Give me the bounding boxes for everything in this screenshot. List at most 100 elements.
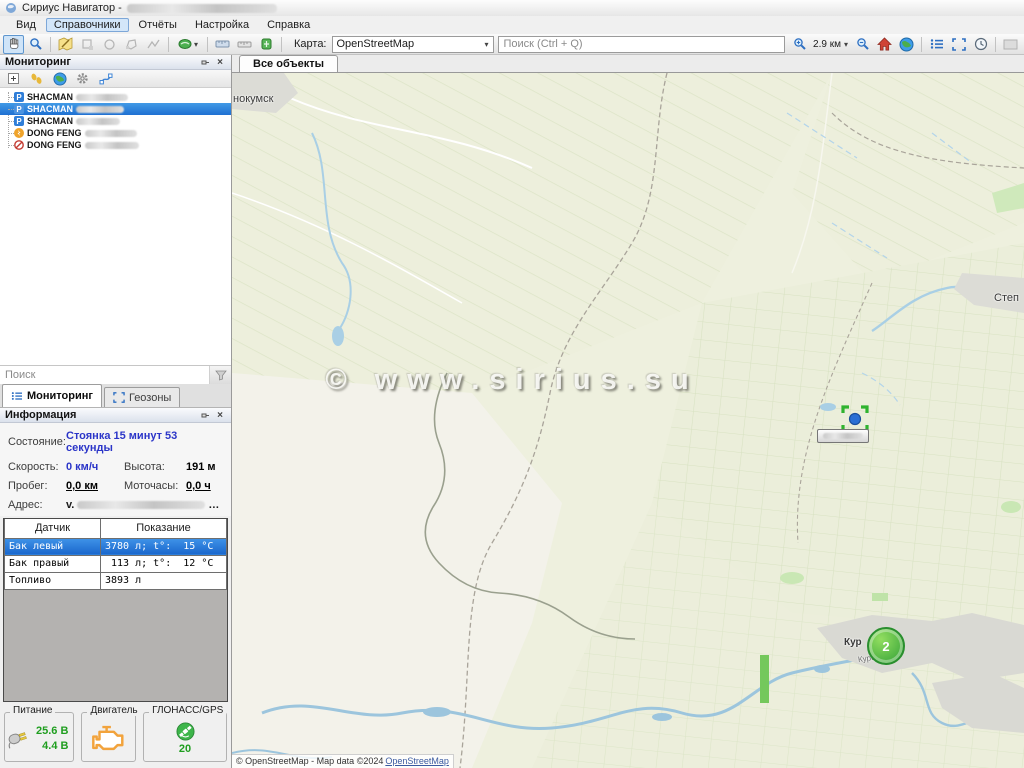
- toolbar-separator: [921, 37, 922, 52]
- vehicle-label: DONG FENG: [27, 140, 82, 150]
- pin-icon[interactable]: [199, 56, 211, 68]
- pin-icon[interactable]: [199, 409, 211, 421]
- power-group: Питание 25.6 В 4.4 В: [4, 712, 74, 762]
- track-button[interactable]: ▾: [173, 35, 203, 54]
- geozone-icon: [113, 392, 125, 403]
- parked-status-icon: P: [14, 116, 24, 126]
- global-search-input[interactable]: [498, 36, 786, 53]
- table-row[interactable]: Топливо 3893 л: [5, 572, 227, 589]
- tab-monitoring[interactable]: Мониторинг: [2, 384, 102, 407]
- speed-label: Скорость:: [8, 461, 66, 473]
- dropdown-arrow-icon: ▾: [484, 40, 488, 49]
- table-row-selected[interactable]: Бак левый 3780 л; t°: 15 °C: [5, 538, 227, 555]
- menu-directories[interactable]: Справочники: [46, 18, 129, 32]
- redacted-plate: [76, 118, 120, 125]
- menu-reports[interactable]: Отчёты: [131, 18, 185, 32]
- polyline-tool-icon: [147, 38, 160, 51]
- close-icon[interactable]: ×: [214, 56, 226, 68]
- monitoring-panel-header: Мониторинг ×: [0, 55, 231, 70]
- attribution-link[interactable]: OpenStreetMap: [385, 756, 449, 766]
- show-on-map-button[interactable]: [51, 71, 68, 87]
- footprints-icon: [30, 73, 43, 85]
- sensor-value: 3893 л: [101, 572, 227, 589]
- toolbar-separator: [168, 37, 169, 52]
- map-scale-value: 2.9 км: [811, 39, 843, 50]
- polygon-tool-button-disabled: [121, 35, 142, 54]
- sensor-header-row: Датчик Показание: [5, 519, 227, 538]
- engine-group: Двигатель: [81, 712, 136, 762]
- polyline-tool-button-disabled: [143, 35, 164, 54]
- zoom-tool-button[interactable]: [25, 35, 46, 54]
- edit-map-button[interactable]: [55, 35, 76, 54]
- menu-help[interactable]: Справка: [259, 18, 318, 32]
- vehicle-search-input[interactable]: [0, 366, 209, 384]
- vehicle-row[interactable]: P SHACMAN: [0, 115, 231, 127]
- vehicle-row-selected[interactable]: P SHACMAN: [0, 103, 231, 115]
- address-label: Адрес:: [8, 499, 66, 511]
- vehicle-row[interactable]: P SHACMAN: [0, 91, 231, 103]
- time-button[interactable]: [970, 35, 991, 54]
- routes-button[interactable]: [97, 71, 114, 87]
- tab-geozones-label: Геозоны: [129, 392, 171, 404]
- map-city-label: Степ: [994, 292, 1019, 304]
- vehicle-label: SHACMAN: [27, 116, 73, 126]
- vehicle-map-label[interactable]: [817, 429, 869, 443]
- measure-button[interactable]: [212, 35, 233, 54]
- parked-status-icon: P: [14, 104, 24, 114]
- redacted-plate: [85, 130, 137, 137]
- vehicle-row[interactable]: DONG FENG: [0, 139, 231, 151]
- follow-button[interactable]: [28, 71, 45, 87]
- zoom-out-button[interactable]: [852, 35, 873, 54]
- fit-bounds-button[interactable]: [948, 35, 969, 54]
- redacted-plate: [76, 106, 124, 113]
- map-area: Все объекты: [232, 55, 1024, 768]
- mileage-label: Пробег:: [8, 480, 66, 492]
- svg-text:P: P: [16, 117, 22, 126]
- object-list-button[interactable]: [926, 35, 947, 54]
- map-canvas[interactable]: нокумск Степ © www.sirius.su Кур Курс 2 …: [232, 73, 1024, 768]
- engine-icon: [90, 724, 128, 751]
- route-icon: [99, 73, 113, 85]
- hours-label: Моточасы:: [124, 480, 186, 492]
- list-icon: [930, 38, 944, 50]
- scale-dropdown-arrow-icon[interactable]: ▾: [844, 40, 851, 49]
- close-icon[interactable]: ×: [214, 409, 226, 421]
- pan-tool-button[interactable]: [3, 35, 24, 54]
- tab-all-objects[interactable]: Все объекты: [239, 55, 338, 72]
- vehicle-row[interactable]: DONG FENG: [0, 127, 231, 139]
- home-button[interactable]: [874, 35, 895, 54]
- settings-button[interactable]: [74, 71, 91, 87]
- vehicle-cluster-marker[interactable]: 2: [867, 627, 905, 665]
- filter-button[interactable]: [209, 366, 231, 384]
- node-tool-button-disabled: [77, 35, 98, 54]
- svg-text:P: P: [16, 93, 22, 102]
- sensor-table: Датчик Показание Бак левый 3780 л; t°: 1…: [4, 519, 227, 590]
- ignition-status-icon: [14, 128, 24, 138]
- gear-icon: [76, 72, 89, 85]
- parked-status-icon: P: [14, 92, 24, 102]
- world-view-button[interactable]: [896, 35, 917, 54]
- cost-button[interactable]: [256, 35, 277, 54]
- menu-view[interactable]: Вид: [8, 18, 44, 32]
- zoom-in-button[interactable]: [789, 35, 810, 54]
- toolbar-separator: [995, 37, 996, 52]
- site-watermark: © www.sirius.su: [232, 364, 792, 397]
- toolbar-separator: [281, 37, 282, 52]
- menu-bar: Вид Справочники Отчёты Настройка Справка: [0, 16, 1024, 34]
- funnel-icon: [215, 370, 227, 381]
- circle-tool-icon: [103, 38, 116, 51]
- map-attribution: © OpenStreetMap - Map data ©2024 OpenStr…: [232, 754, 454, 768]
- track-icon: [178, 38, 194, 50]
- measure-area-button[interactable]: [234, 35, 255, 54]
- expand-all-button[interactable]: [5, 71, 22, 87]
- tab-geozones[interactable]: Геозоны: [104, 387, 180, 407]
- map-provider-label: Карта:: [286, 38, 331, 50]
- menu-settings[interactable]: Настройка: [187, 18, 257, 32]
- map-provider-select[interactable]: OpenStreetMap ▾: [332, 36, 494, 53]
- mileage-value[interactable]: 0,0 км: [66, 480, 124, 492]
- altitude-value: 191 м: [186, 461, 223, 473]
- table-row[interactable]: Бак правый 113 л; t°: 12 °C: [5, 555, 227, 572]
- info-panel-body: Состояние: Стоянка 15 минут 53 секунды С…: [0, 423, 231, 516]
- toolbar-separator: [50, 37, 51, 52]
- hours-value[interactable]: 0,0 ч: [186, 480, 223, 492]
